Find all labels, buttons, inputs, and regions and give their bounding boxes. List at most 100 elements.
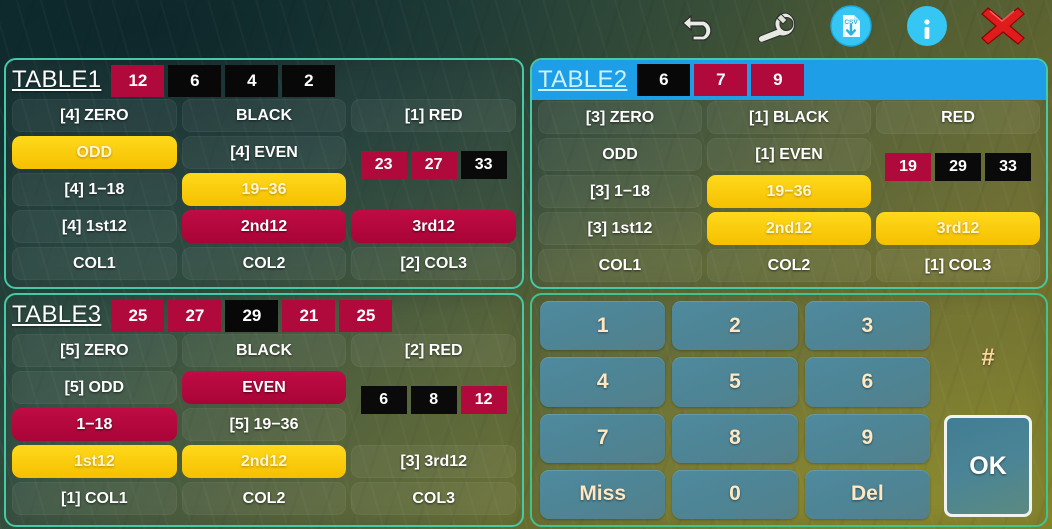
table-title[interactable]: TABLE1 — [12, 63, 111, 98]
bet-row: [5] ODD EVEN 6 8 12 — [12, 371, 516, 414]
bet-cell-red[interactable]: RED — [876, 101, 1040, 134]
number-chip: 33 — [460, 150, 507, 179]
bet-cell-3-1-18[interactable]: [3] 1−18 — [538, 175, 702, 208]
bet-cell-col3[interactable]: COL3 — [351, 482, 517, 515]
number-chip: 23 — [360, 150, 407, 179]
history-chip: 29 — [225, 299, 279, 332]
bet-cell-3-zero[interactable]: [3] ZERO — [538, 101, 702, 134]
bet-cell-5-zero[interactable]: [5] ZERO — [12, 334, 177, 367]
bet-cell-col2[interactable]: COL2 — [707, 249, 871, 282]
number-display: # — [981, 344, 995, 371]
key-8[interactable]: 8 — [672, 413, 798, 463]
bet-cell-col1[interactable]: COL1 — [538, 249, 702, 282]
bet-row: [3] 1st12 2nd12 3rd12 — [538, 212, 1040, 245]
bet-cell-odd[interactable]: ODD — [12, 136, 177, 169]
bet-row: [4] ZERO BLACK [1] RED — [12, 99, 517, 132]
bet-cell-2-col3[interactable]: [2] COL3 — [351, 247, 517, 280]
bet-row: 1st12 2nd12 [3] 3rd12 — [12, 445, 517, 478]
bet-row: [4] 1st12 2nd12 3rd12 — [12, 210, 517, 243]
history-chip: 25 — [111, 299, 165, 332]
bet-cell-black[interactable]: BLACK — [181, 99, 347, 132]
bet-cell-3-3rd12[interactable]: [3] 3rd12 — [351, 445, 517, 478]
bet-grid: [3] ZERO [1] BLACK RED ODD [1] EVEN 19 29 33 [3]… — [532, 100, 1046, 286]
bet-cell-2nd12[interactable]: 2nd12 — [181, 445, 347, 478]
number-chip: 12 — [460, 385, 507, 414]
number-chips: 6 8 12 — [351, 383, 516, 416]
keypad-panel: 1 2 3 4 5 6 7 8 9 Miss 0 Del # OK — [530, 293, 1048, 527]
undo-button[interactable] — [676, 6, 722, 50]
history-chip: 7 — [694, 64, 748, 96]
bet-cell-1st12[interactable]: 1st12 — [12, 445, 177, 478]
bet-cell-black[interactable]: BLACK — [181, 334, 347, 367]
bet-cell-3rd12[interactable]: 3rd12 — [351, 210, 517, 243]
bet-row: [1] COL1 COL2 COL3 — [12, 482, 517, 515]
bet-cell-1-red[interactable]: [1] RED — [351, 99, 517, 132]
history-chip: 12 — [111, 64, 165, 97]
bet-cell-col1[interactable]: COL1 — [12, 247, 177, 280]
info-icon — [905, 4, 949, 53]
bet-cell-19-36[interactable]: 19−36 — [181, 173, 347, 206]
bet-cell-4-1st12[interactable]: [4] 1st12 — [12, 210, 177, 243]
number-chip: 6 — [360, 385, 407, 414]
history-chip: 27 — [168, 299, 222, 332]
bet-cell-2nd12[interactable]: 2nd12 — [707, 212, 871, 245]
table-panel-table3[interactable]: TABLE3 25 27 29 21 25 [5] ZERO BLACK [2] RED [5] … — [4, 293, 524, 527]
key-0[interactable]: 0 — [672, 469, 798, 519]
key-6[interactable]: 6 — [804, 357, 930, 407]
bet-cell-even[interactable]: EVEN — [181, 371, 347, 404]
bet-cell-1-col1[interactable]: [1] COL1 — [12, 482, 177, 515]
history-strip: 679 — [637, 64, 805, 96]
history-chip: 9 — [751, 64, 805, 96]
table-header-table3: TABLE3 25 27 29 21 25 — [6, 295, 522, 333]
number-chip: 29 — [935, 152, 981, 181]
bet-row: ODD [4] EVEN 23 27 33 — [12, 136, 516, 179]
keypad-side: # OK — [936, 301, 1040, 519]
key-7[interactable]: 7 — [540, 413, 666, 463]
table-panel-table2[interactable]: TABLE2 6 7 9 [3] ZERO [1] BLACK RED ODD [1] EVEN… — [530, 58, 1048, 289]
bet-cell-col2[interactable]: COL2 — [181, 482, 347, 515]
key-4[interactable]: 4 — [540, 357, 666, 407]
csv-export-button[interactable]: CSV — [828, 4, 874, 53]
history-chip: 25 — [339, 299, 393, 332]
settings-button[interactable] — [752, 6, 798, 50]
keypad-keys: 1 2 3 4 5 6 7 8 9 Miss 0 Del — [540, 301, 930, 519]
number-chips: 23 27 33 — [351, 148, 516, 181]
table-panel-table1[interactable]: TABLE1 12 6 4 2 [4] ZERO BLACK [1] RED ODD [4] EV… — [4, 58, 524, 289]
key-9[interactable]: 9 — [804, 413, 930, 463]
table-title[interactable]: TABLE3 — [12, 298, 111, 333]
bet-cell-5-odd[interactable]: [5] ODD — [12, 371, 177, 404]
bet-cell-3rd12[interactable]: 3rd12 — [876, 212, 1040, 245]
bet-cell-odd[interactable]: ODD — [538, 138, 702, 171]
bet-cell-3-1st12[interactable]: [3] 1st12 — [538, 212, 702, 245]
bet-row: ODD [1] EVEN 19 29 33 — [538, 138, 1040, 181]
bet-cell-4-zero[interactable]: [4] ZERO — [12, 99, 177, 132]
csv-export-icon: CSV — [829, 4, 873, 53]
bet-cell-1-18[interactable]: 1−18 — [12, 408, 177, 441]
key-del[interactable]: Del — [804, 469, 930, 519]
bet-cell-4-1-18[interactable]: [4] 1−18 — [12, 173, 177, 206]
bet-cell-2-red[interactable]: [2] RED — [351, 334, 517, 367]
key-miss[interactable]: Miss — [540, 469, 666, 519]
key-3[interactable]: 3 — [804, 301, 930, 351]
history-strip: 25 27 29 21 25 — [111, 298, 393, 333]
bet-cell-1-col3[interactable]: [1] COL3 — [876, 249, 1040, 282]
bet-cell-4-even[interactable]: [4] EVEN — [181, 136, 347, 169]
info-button[interactable] — [904, 4, 950, 53]
bet-cell-1-black[interactable]: [1] BLACK — [707, 101, 871, 134]
close-button[interactable] — [980, 6, 1026, 50]
number-chip: 8 — [410, 385, 457, 414]
bet-cell-5-19-36[interactable]: [5] 19−36 — [181, 408, 347, 441]
ok-button[interactable]: OK — [944, 415, 1032, 517]
key-5[interactable]: 5 — [672, 357, 798, 407]
bet-cell-19-36[interactable]: 19−36 — [707, 175, 871, 208]
bet-row: [3] ZERO [1] BLACK RED — [538, 101, 1040, 134]
table-title[interactable]: TABLE2 — [538, 63, 637, 97]
key-2[interactable]: 2 — [672, 301, 798, 351]
key-1[interactable]: 1 — [540, 301, 666, 351]
bet-cell-2nd12[interactable]: 2nd12 — [181, 210, 347, 243]
table-header-table2: TABLE2 6 7 9 — [532, 60, 1046, 100]
bet-grid: [5] ZERO BLACK [2] RED [5] ODD EVEN 6 8 12 1−18[… — [6, 333, 522, 519]
bet-cell-1-even[interactable]: [1] EVEN — [707, 138, 871, 171]
bet-cell-col2[interactable]: COL2 — [181, 247, 347, 280]
number-chips: 19 29 33 — [876, 150, 1040, 183]
